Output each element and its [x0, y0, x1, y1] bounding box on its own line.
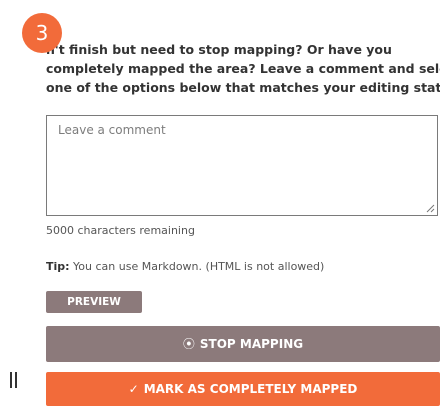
step-number-badge: 3 [22, 13, 62, 53]
characters-remaining: 5000 characters remaining [46, 224, 195, 237]
pause-bars-icon [8, 372, 20, 388]
comment-placeholder: Leave a comment [58, 123, 166, 137]
instructions-line-2: completely mapped the area? Leave a comm… [46, 61, 440, 76]
task-status-panel: 3 n't finish but need to stop mapping? O… [0, 0, 440, 411]
step-number: 3 [35, 21, 49, 45]
instructions-text: n't finish but need to stop mapping? Or … [46, 40, 440, 97]
stop-mapping-label: STOP MAPPING [199, 337, 304, 351]
instructions-line-1: n't finish but need to stop mapping? Or … [46, 42, 392, 57]
instructions-line-3: one of the options below that matches yo… [46, 80, 440, 95]
checkmark-icon: ✓ [128, 382, 139, 396]
mark-completely-mapped-button[interactable]: ✓ MARK AS COMPLETELY MAPPED [46, 372, 440, 406]
tip-text: You can use Markdown. (HTML is not allow… [69, 260, 325, 273]
stop-mapping-button[interactable]: ⦿ STOP MAPPING [46, 326, 440, 362]
tip-label: Tip: [46, 260, 70, 273]
mark-completely-mapped-label: MARK AS COMPLETELY MAPPED [143, 382, 358, 396]
resize-grip-icon[interactable] [426, 204, 435, 213]
radio-dot-icon: ⦿ [182, 337, 195, 351]
preview-button-label: PREVIEW [67, 296, 121, 308]
comment-textarea[interactable]: Leave a comment [46, 115, 438, 216]
preview-button[interactable]: PREVIEW [46, 291, 142, 313]
markdown-tip: Tip: You can use Markdown. (HTML is not … [46, 260, 324, 273]
